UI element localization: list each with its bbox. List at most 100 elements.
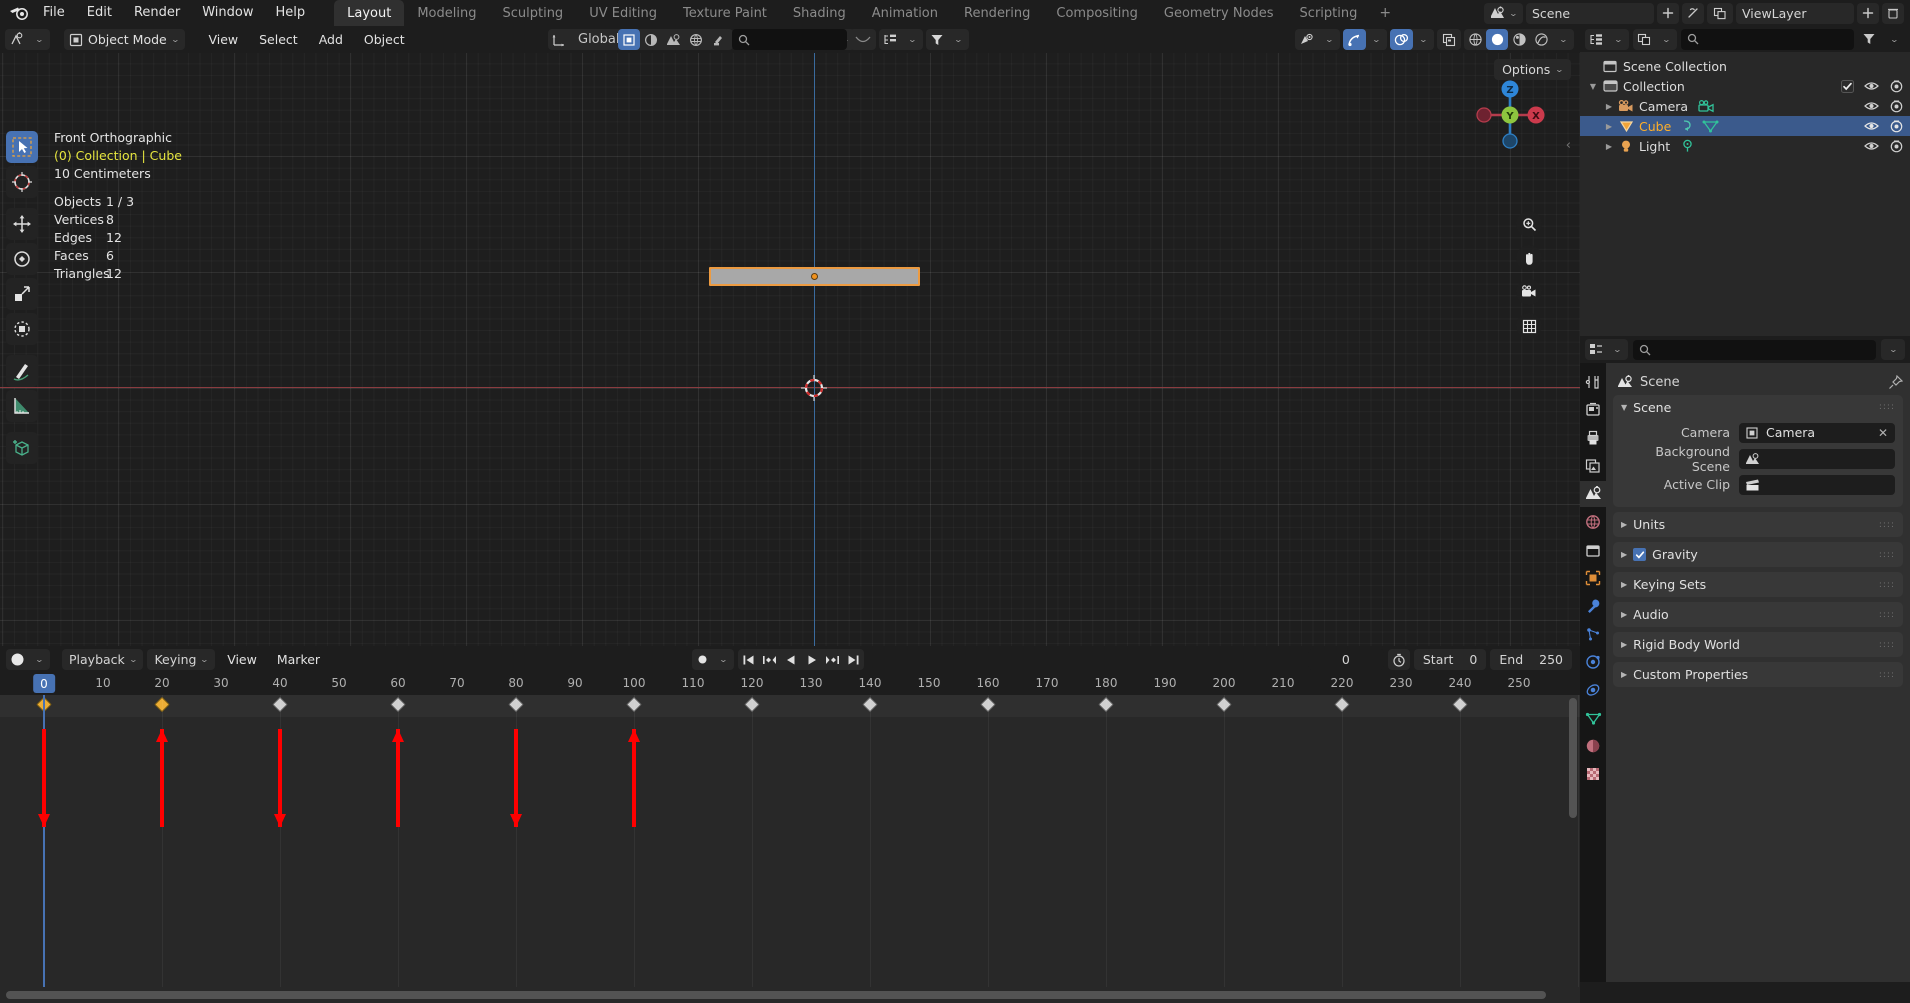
tab-sculpting[interactable]: Sculpting — [489, 0, 576, 26]
list-filter-icon[interactable] — [879, 29, 902, 50]
funnel-chevron-icon[interactable]: ⌄ — [948, 29, 969, 50]
menu-render[interactable]: Render — [123, 2, 191, 24]
properties-search-input[interactable] — [1633, 339, 1876, 360]
toggle-ortho-button[interactable] — [1516, 313, 1542, 339]
outliner-editor-type-selector[interactable]: ⌄ — [1585, 28, 1629, 50]
menu-file[interactable]: File — [32, 2, 76, 24]
active-clip-field[interactable] — [1739, 474, 1895, 495]
tab-particles[interactable] — [1580, 621, 1606, 647]
expand-twisty-icon[interactable]: ▶ — [1602, 102, 1616, 111]
timeline-menu-view[interactable]: View — [219, 649, 265, 670]
camera-render-icon[interactable] — [1889, 120, 1904, 133]
tab-material[interactable] — [1580, 733, 1606, 759]
eye-icon[interactable] — [1864, 80, 1879, 92]
timeline-type-chevron-icon[interactable]: ⌄ — [29, 649, 50, 670]
menu-help[interactable]: Help — [265, 2, 317, 24]
object-mode-selector[interactable]: Object Mode ⌄ — [64, 29, 186, 50]
tab-animation[interactable]: Animation — [859, 0, 951, 26]
viewport-menu-view[interactable]: View — [199, 29, 247, 50]
tool-annotate[interactable] — [6, 355, 38, 387]
outliner-type-chevron-icon[interactable]: ⌄ — [1608, 29, 1629, 50]
expand-twisty-icon[interactable]: ▶ — [1602, 122, 1616, 131]
camera-render-icon[interactable] — [1889, 100, 1904, 113]
tab-texture[interactable] — [1580, 761, 1606, 787]
expand-twisty-icon[interactable]: ▶ — [1602, 142, 1616, 151]
mesh-data-icon[interactable] — [1702, 119, 1719, 133]
pin-icon[interactable] — [1888, 374, 1903, 390]
auto-keying-group[interactable]: ⌄ — [692, 649, 734, 670]
zoom-button[interactable] — [1516, 211, 1542, 237]
tab-world[interactable] — [1580, 509, 1606, 535]
view-layer-selector[interactable] — [1707, 2, 1733, 24]
world-props-icon[interactable] — [685, 29, 707, 50]
scrollbar-thumb-vertical[interactable] — [1569, 698, 1577, 818]
panel-units[interactable]: ▶ Units :::: — [1613, 512, 1903, 537]
tab-scripting[interactable]: Scripting — [1287, 0, 1371, 26]
view-layer-display-icon[interactable] — [1633, 29, 1656, 50]
tool-scale[interactable] — [6, 278, 38, 310]
end-frame-field[interactable]: End 250 — [1490, 649, 1572, 670]
gizmo-selector[interactable]: ⌄ — [1343, 29, 1387, 50]
timeline-icon[interactable] — [6, 649, 29, 670]
scene-name-field[interactable]: Scene — [1526, 2, 1654, 24]
outliner-display-mode[interactable]: ⌄ — [1633, 28, 1677, 50]
timeline-channels[interactable] — [0, 695, 1580, 987]
playback-menu[interactable]: Playback ⌄ — [62, 649, 144, 670]
xray-toggle-icon[interactable] — [1437, 29, 1461, 50]
filter-chevron-icon[interactable]: ⌄ — [902, 29, 923, 50]
timeline-horizontal-scrollbar[interactable] — [0, 987, 1580, 1003]
filter-selector[interactable]: ⌄ — [926, 29, 969, 50]
panel-audio[interactable]: ▶ Audio :::: — [1613, 602, 1903, 627]
timeline-ruler[interactable]: 10 20 30 40 50 60 70 80 90 100 110 120 130 140 150 160 1… — [0, 673, 1580, 695]
jump-to-end-button[interactable] — [843, 649, 864, 670]
visibility-selector[interactable]: ⌄ — [1295, 29, 1340, 50]
camera-render-icon[interactable] — [1889, 140, 1904, 153]
scrollbar-thumb-horizontal[interactable] — [6, 991, 1546, 999]
jump-to-prev-keyframe-button[interactable] — [759, 649, 780, 670]
play-reverse-button[interactable] — [780, 649, 801, 670]
tab-scene[interactable] — [1580, 481, 1606, 507]
tab-modeling[interactable]: Modeling — [404, 0, 489, 26]
camera-view-button[interactable] — [1516, 279, 1542, 305]
tab-layout[interactable]: Layout — [334, 0, 405, 26]
auto-keying-record-icon[interactable] — [692, 649, 713, 670]
editor-type-selector[interactable]: ⌄ — [5, 29, 50, 50]
current-frame-indicator[interactable]: 0 — [33, 674, 55, 693]
blender-logo-icon[interactable] — [6, 3, 32, 23]
scene-selector[interactable]: ⌄ — [1484, 2, 1523, 24]
unlink-scene-button[interactable] — [1682, 2, 1704, 24]
object-select-mode-icon[interactable] — [618, 29, 640, 50]
gravity-checkbox[interactable] — [1633, 548, 1647, 561]
add-workspace-button[interactable]: + — [1370, 0, 1400, 26]
animation-data-icon[interactable] — [1681, 119, 1697, 133]
panel-custom-properties[interactable]: ▶ Custom Properties :::: — [1613, 662, 1903, 687]
remove-view-layer-button[interactable] — [1882, 2, 1904, 24]
visibility-chevron-icon[interactable]: ⌄ — [1319, 29, 1340, 50]
expand-twisty-icon[interactable]: ▼ — [1586, 82, 1600, 91]
overlays-selector[interactable]: ⌄ — [1390, 29, 1434, 50]
playhead[interactable] — [43, 695, 45, 987]
tab-uv-editing[interactable]: UV Editing — [576, 0, 670, 26]
checkbox-exclude[interactable] — [1841, 79, 1854, 93]
keyframe-strip[interactable] — [0, 695, 1580, 717]
tool-cursor[interactable] — [6, 166, 38, 198]
camera-field[interactable]: Camera ✕ — [1739, 422, 1895, 443]
tab-geometry-nodes[interactable]: Geometry Nodes — [1151, 0, 1287, 26]
panel-rigid-body-world[interactable]: ▶ Rigid Body World :::: — [1613, 632, 1903, 657]
tab-collection[interactable] — [1580, 537, 1606, 563]
tab-shading[interactable]: Shading — [780, 0, 859, 26]
sidebar-collapse-icon[interactable]: ‹ — [1566, 138, 1571, 153]
shading-chevron-icon[interactable]: ⌄ — [1552, 29, 1574, 50]
rendered-shading-button[interactable] — [1530, 29, 1552, 50]
view-layer-name-field[interactable]: ViewLayer — [1736, 2, 1854, 24]
menu-edit[interactable]: Edit — [76, 2, 123, 24]
solid-shading-button[interactable] — [1486, 29, 1508, 50]
eye-icon[interactable] — [1864, 100, 1879, 112]
panel-scene-header[interactable]: ▼ Scene :::: — [1613, 395, 1903, 419]
light-data-icon[interactable] — [1680, 139, 1695, 153]
tab-texture-paint[interactable]: Texture Paint — [670, 0, 780, 26]
jump-to-next-keyframe-button[interactable] — [822, 649, 843, 670]
display-filter-selector[interactable]: ⌄ — [879, 29, 923, 50]
navigation-gizmo[interactable]: Z X Y — [1470, 75, 1550, 155]
tool-transform[interactable] — [6, 313, 38, 345]
